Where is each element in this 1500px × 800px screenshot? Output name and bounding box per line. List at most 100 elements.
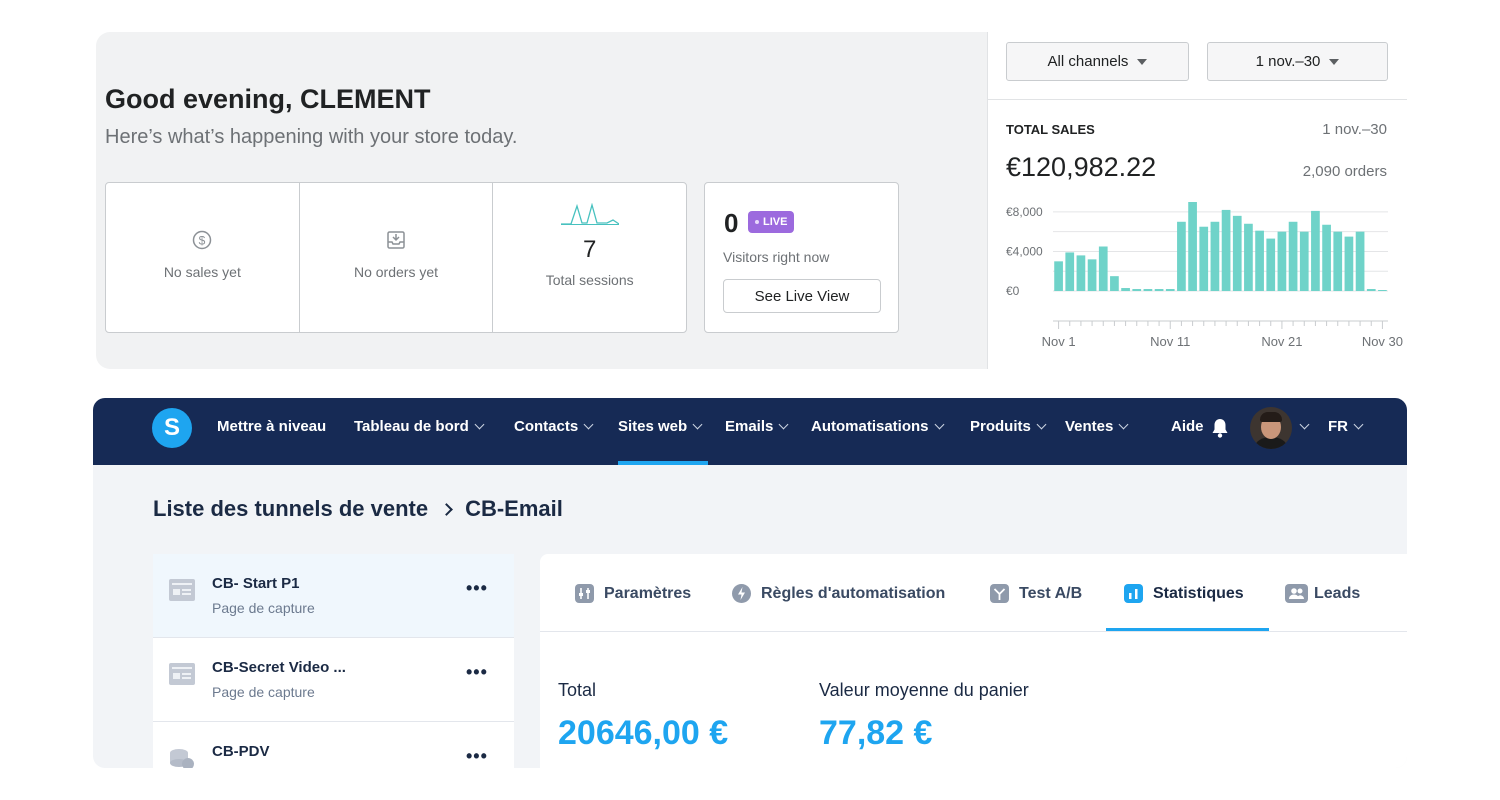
bar-nov-12[interactable] — [1177, 221, 1186, 291]
funnel-step-item[interactable]: CB- Start P1 Page de capture ••• — [153, 554, 514, 638]
breadcrumb-current: CB-Email — [465, 496, 563, 521]
bar-nov-9[interactable] — [1143, 289, 1153, 291]
total-sales-range: 1 nov.–30 — [1322, 121, 1387, 138]
chevron-right-icon — [440, 502, 453, 516]
nav-item-automatisations[interactable]: Automatisations — [811, 418, 944, 435]
chevron-down-icon — [583, 419, 594, 430]
bar-nov-6[interactable] — [1110, 276, 1119, 291]
bar-nov-17[interactable] — [1232, 215, 1242, 291]
top-navigation: S Mettre à niveau Tableau de bord Contacts… — [93, 398, 1407, 465]
tab-r-gles-d-automatisation[interactable]: Règles d'automatisation — [732, 584, 945, 603]
bar-nov-13[interactable] — [1188, 202, 1197, 291]
lightning-icon — [732, 584, 751, 603]
bar-nov-7[interactable] — [1121, 288, 1130, 291]
sparkline-icon — [560, 202, 620, 230]
chevron-down-icon — [1353, 419, 1364, 430]
funnel-step-type: Page de capture — [212, 600, 315, 616]
bar-nov-29[interactable] — [1366, 289, 1376, 291]
nav-item-emails[interactable]: Emails — [725, 418, 789, 435]
nav-item-sites-web[interactable]: Sites web — [618, 418, 703, 435]
more-options-icon[interactable]: ••• — [466, 746, 488, 767]
bar-nov-10[interactable] — [1154, 289, 1164, 291]
channels-dropdown[interactable]: All channels — [1006, 42, 1189, 81]
avg-cart-value: 77,82 € — [819, 714, 933, 752]
metric-sessions[interactable]: 7 Total sessions — [493, 183, 686, 332]
bar-nov-30[interactable] — [1378, 290, 1387, 291]
see-live-view-button[interactable]: See Live View — [723, 279, 881, 313]
bar-nov-4[interactable] — [1087, 259, 1097, 291]
bar-nov-26[interactable] — [1333, 231, 1343, 291]
x-tick-label: Nov 21 — [1261, 334, 1302, 349]
funnel-step-item[interactable]: CB-PDV ••• — [153, 722, 514, 768]
dollar-circle-icon: $ — [191, 229, 213, 251]
bar-nov-8[interactable] — [1132, 289, 1142, 291]
bar-nov-25[interactable] — [1322, 224, 1331, 291]
more-options-icon[interactable]: ••• — [466, 578, 488, 599]
bar-nov-23[interactable] — [1299, 231, 1309, 291]
nav-item-tableau-de-bord[interactable]: Tableau de bord — [354, 418, 485, 435]
split-icon — [990, 584, 1009, 603]
bar-nov-11[interactable] — [1165, 289, 1175, 291]
nav-item-label: Mettre à niveau — [217, 418, 327, 435]
date-range-dropdown[interactable]: 1 nov.–30 — [1207, 42, 1388, 81]
chevron-down-icon — [1036, 419, 1047, 430]
tab-label: Leads — [1314, 584, 1361, 602]
nav-item-mettre-niveau[interactable]: Mettre à niveau — [217, 418, 326, 435]
tab-leads[interactable]: Leads — [1285, 584, 1360, 603]
metric-orders-label: No orders yet — [353, 264, 439, 280]
breadcrumb-parent-link[interactable]: Liste des tunnels de vente — [153, 496, 428, 522]
x-tick-label: Nov 30 — [1362, 334, 1403, 349]
bar-nov-28[interactable] — [1355, 231, 1365, 291]
tab-label: Test A/B — [1019, 584, 1083, 602]
funnel-step-name: CB-PDV — [212, 743, 270, 760]
bar-nov-22[interactable] — [1288, 221, 1298, 291]
bar-nov-24[interactable] — [1311, 210, 1320, 291]
total-label: Total — [558, 680, 597, 700]
metric-orders[interactable]: No orders yet — [300, 183, 494, 332]
language-selector[interactable]: FR — [1328, 418, 1364, 435]
bar-nov-5[interactable] — [1098, 246, 1108, 292]
chevron-down-icon — [692, 419, 703, 430]
x-tick-label: Nov 11 — [1150, 334, 1190, 349]
more-options-icon[interactable]: ••• — [466, 662, 488, 683]
chevron-down-icon — [778, 419, 789, 430]
funnel-step-item[interactable]: CB-Secret Video ... Page de capture ••• — [153, 638, 514, 722]
greeting-subtitle: Here’s what’s happening with your store … — [105, 126, 518, 148]
bar-nov-18[interactable] — [1244, 223, 1253, 291]
tab-label: Règles d'automatisation — [761, 584, 946, 602]
tab-test-a-b[interactable]: Test A/B — [990, 584, 1082, 603]
bar-nov-16[interactable] — [1221, 209, 1231, 291]
nav-item-ventes[interactable]: Ventes — [1065, 418, 1129, 435]
breadcrumb: Liste des tunnels de vente CB-Email — [153, 496, 563, 522]
inbox-download-icon — [385, 229, 407, 251]
bar-nov-20[interactable] — [1266, 238, 1276, 291]
nav-item-contacts[interactable]: Contacts — [514, 418, 594, 435]
nav-item-label: Aide — [1171, 418, 1204, 435]
bar-nov-14[interactable] — [1199, 226, 1209, 291]
page-icon — [169, 579, 195, 601]
avatar-hair — [1260, 412, 1282, 422]
live-visitors-card: 0 LIVE Visitors right now See Live View — [704, 182, 899, 333]
bar-nov-21[interactable] — [1277, 231, 1287, 291]
tab-statistiques[interactable]: Statistiques — [1124, 584, 1244, 603]
bell-icon[interactable] — [1210, 417, 1230, 444]
bar-nov-1[interactable] — [1054, 261, 1063, 291]
avatar[interactable] — [1250, 407, 1292, 449]
nav-item-produits[interactable]: Produits — [970, 418, 1047, 435]
tab-label: Statistiques — [1153, 584, 1244, 602]
tab-param-tres[interactable]: Paramètres — [575, 584, 691, 603]
metric-sessions-value: 7 — [583, 236, 597, 263]
nav-item-aide[interactable]: Aide — [1171, 418, 1204, 435]
bar-nov-19[interactable] — [1255, 230, 1264, 291]
app-logo[interactable]: S — [152, 408, 192, 448]
tab-active-indicator — [1106, 628, 1269, 631]
svg-text:$: $ — [199, 234, 206, 248]
bar-nov-27[interactable] — [1344, 236, 1354, 291]
y-tick-label: €8,000 — [1006, 205, 1043, 219]
metric-sales[interactable]: $ No sales yet — [106, 183, 300, 332]
chevron-down-icon[interactable] — [1299, 419, 1310, 430]
live-visitor-count: 0 — [724, 208, 739, 238]
bar-nov-2[interactable] — [1065, 252, 1075, 291]
bar-nov-15[interactable] — [1210, 221, 1220, 291]
bar-nov-3[interactable] — [1076, 255, 1086, 291]
